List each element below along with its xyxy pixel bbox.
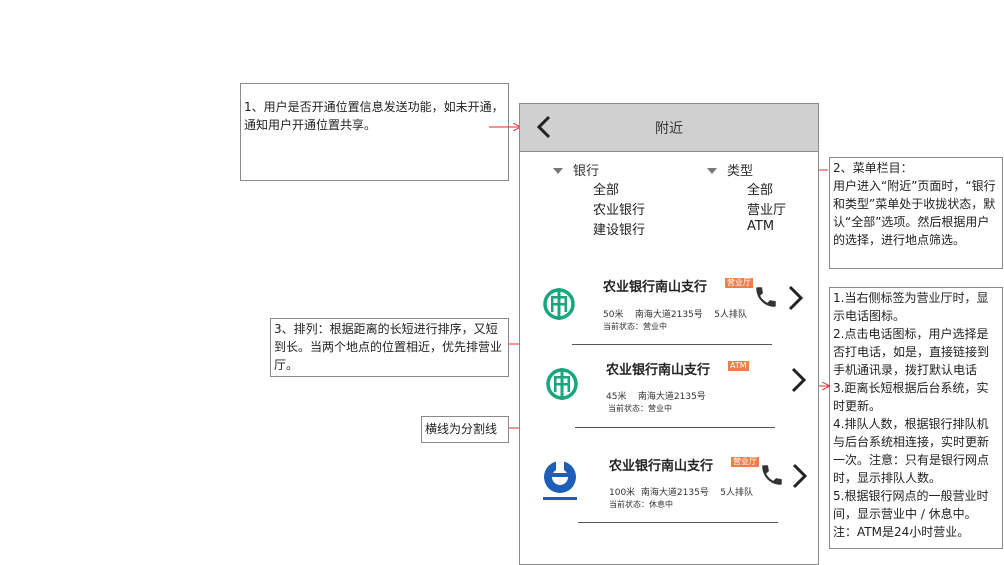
type-option-all[interactable]: 全部 [747, 179, 773, 198]
note-menu: 2、菜单栏目： 用户进入“附近”页面时，“银行和类型”菜单处于收拢状态，默认“全… [829, 157, 1003, 269]
chevron-right-icon[interactable] [786, 284, 806, 312]
business-status: 当前状态：营业中 [608, 404, 672, 413]
card-info-line: 45米 南海大道2135号 [606, 389, 706, 402]
business-status: 当前状态：营业中 [603, 322, 667, 331]
chevron-right-icon[interactable] [789, 366, 809, 394]
queue-count: 5人排队 [720, 488, 754, 498]
note-divider: 横线为分割线 [421, 416, 509, 443]
top-bar: 附近 [520, 104, 818, 152]
triangle-down-icon [707, 167, 717, 174]
address: 南海大道2135号 [640, 488, 709, 498]
status-badge: 营业厅 [725, 278, 753, 288]
distance: 100米 [609, 488, 636, 498]
bank-option-ccb[interactable]: 建设银行 [593, 219, 645, 238]
business-status: 当前状态：休息中 [609, 500, 673, 509]
bank-option-all[interactable]: 全部 [593, 179, 619, 198]
phone-frame: 附近 银行 类型 全部 农业银行 建设银行 全部 营业厅 ATM 农业银行南山支… [519, 103, 819, 565]
distance: 45米 [606, 392, 627, 402]
type-menu-toggle[interactable]: 类型 [707, 160, 753, 179]
card-title[interactable]: 农业银行南山支行 [609, 455, 713, 474]
triangle-down-icon [553, 167, 563, 174]
phone-icon[interactable] [759, 462, 785, 488]
phone-icon[interactable] [753, 284, 779, 310]
status-badge: 营业厅 [731, 457, 759, 467]
address: 南海大道2135号 [637, 392, 706, 402]
abc-bank-logo [543, 288, 575, 320]
address: 南海大道2135号 [634, 310, 703, 320]
card-info-line: 100米 南海大道2135号 5人排队 [609, 485, 753, 498]
divider-line [575, 427, 775, 428]
card-title[interactable]: 农业银行南山支行 [603, 276, 707, 295]
bank-menu-toggle[interactable]: 银行 [553, 160, 599, 179]
divider-line [572, 344, 772, 345]
chevron-right-icon[interactable] [790, 462, 810, 490]
status-badge: ATM [728, 361, 749, 371]
note-card-rules: 1.当右侧标签为营业厅时，显示电话图标。 2.点击电话图标，用户选择是否打电话，… [829, 287, 1003, 549]
type-option-hall[interactable]: 营业厅 [747, 199, 786, 218]
type-menu-label: 类型 [727, 164, 754, 179]
card-info-line: 50米 南海大道2135号 5人排队 [603, 307, 747, 320]
queue-count: 5人排队 [714, 310, 747, 320]
bank-option-abc[interactable]: 农业银行 [593, 199, 645, 218]
card-title[interactable]: 农业银行南山支行 [606, 359, 710, 378]
type-option-atm[interactable]: ATM [747, 219, 774, 234]
abc-bank-logo [546, 368, 578, 400]
note-sorting: 3、排列：根据距离的长短进行排序，又短到长。当两个地点的位置相近，优先排营业厅。 [270, 318, 509, 377]
bank-menu-label: 银行 [573, 164, 600, 179]
page-title: 附近 [655, 121, 683, 137]
note-location-permission: 1、用户是否开通位置信息发送功能，如未开通，通知用户开通位置共享。 [240, 83, 509, 181]
divider-line [578, 522, 778, 523]
ccb-bank-logo [543, 459, 577, 500]
distance: 50米 [603, 310, 624, 320]
